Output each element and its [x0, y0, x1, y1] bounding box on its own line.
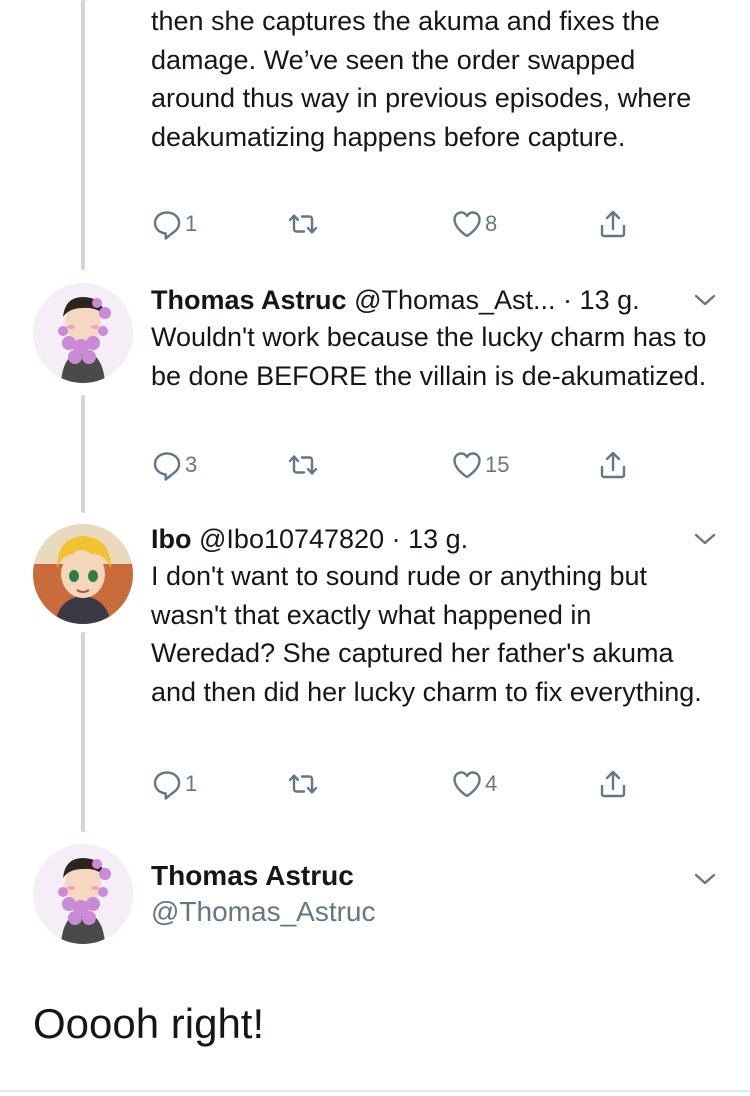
like-icon	[453, 211, 481, 238]
tweet-3-text: I don't want to sound rude or anything b…	[151, 561, 702, 707]
avatar-thomas-astruc[interactable]	[33, 283, 133, 383]
share-icon	[600, 210, 626, 238]
retweet-icon	[288, 774, 318, 794]
avatar-image	[33, 283, 133, 383]
like-icon	[453, 771, 481, 798]
like-button[interactable]: 15	[451, 445, 509, 485]
timestamp[interactable]: 13 g.	[408, 524, 468, 554]
thread-line-middle	[81, 395, 85, 513]
reply-button[interactable]: 1	[151, 204, 197, 244]
author-name[interactable]: Ibo	[151, 524, 192, 554]
author-handle[interactable]: @Thomas_Astruc	[151, 894, 720, 930]
tweet-1-text: then she captures the akuma and fixes th…	[151, 6, 692, 152]
retweet-button[interactable]	[287, 764, 319, 804]
chevron-down-icon[interactable]	[692, 526, 718, 552]
tweet-1-actions: 1 8	[151, 204, 671, 244]
author-handle[interactable]: @Thomas_Ast...	[354, 285, 555, 315]
chevron-down-icon[interactable]	[692, 287, 718, 313]
avatar-image	[33, 524, 133, 624]
thread-line-top	[81, 0, 85, 270]
retweet-icon	[288, 214, 318, 234]
reply-icon	[153, 211, 181, 240]
like-button[interactable]: 4	[451, 764, 497, 804]
tweet-2-header: Thomas Astruc @Thomas_Ast... · 13 g.	[151, 283, 720, 317]
share-icon	[600, 451, 626, 479]
retweet-button[interactable]	[287, 204, 319, 244]
author-handle[interactable]: @Ibo10747820	[199, 524, 384, 554]
main-tweet-text: Ooooh right!	[33, 1000, 265, 1047]
share-icon	[600, 770, 626, 798]
tweet-2-actions: 3 15	[151, 445, 671, 485]
retweet-icon	[288, 455, 318, 475]
divider	[0, 1090, 750, 1092]
share-button[interactable]	[597, 445, 629, 485]
reply-count: 1	[185, 771, 198, 796]
separator-dot: ·	[555, 285, 580, 315]
retweet-button[interactable]	[287, 445, 319, 485]
chevron-down-icon[interactable]	[692, 866, 718, 892]
timestamp[interactable]: 13 g.	[580, 285, 640, 315]
avatar-thomas-astruc[interactable]	[33, 844, 133, 944]
tweet-3-actions: 1 4	[151, 764, 671, 804]
like-count: 8	[485, 211, 498, 236]
avatar-ibo[interactable]	[33, 524, 133, 624]
thread-line-bottom	[81, 632, 85, 832]
like-icon	[453, 452, 481, 479]
author-name[interactable]: Thomas Astruc	[151, 285, 347, 315]
reply-icon	[153, 771, 181, 800]
like-count: 15	[485, 452, 510, 477]
separator-dot: ·	[384, 524, 409, 554]
like-count: 4	[485, 771, 498, 796]
share-button[interactable]	[597, 204, 629, 244]
share-button[interactable]	[597, 764, 629, 804]
tweet-3-header: Ibo @Ibo10747820 · 13 g.	[151, 522, 720, 556]
reply-count: 1	[185, 211, 198, 236]
reply-icon	[153, 452, 181, 481]
author-name[interactable]: Thomas Astruc	[151, 858, 720, 894]
reply-count: 3	[185, 452, 198, 477]
tweet-2-text: Wouldn't work because the lucky charm ha…	[151, 322, 707, 391]
reply-button[interactable]: 1	[151, 764, 197, 804]
like-button[interactable]: 8	[451, 204, 497, 244]
avatar-image	[33, 844, 133, 944]
reply-button[interactable]: 3	[151, 445, 197, 485]
